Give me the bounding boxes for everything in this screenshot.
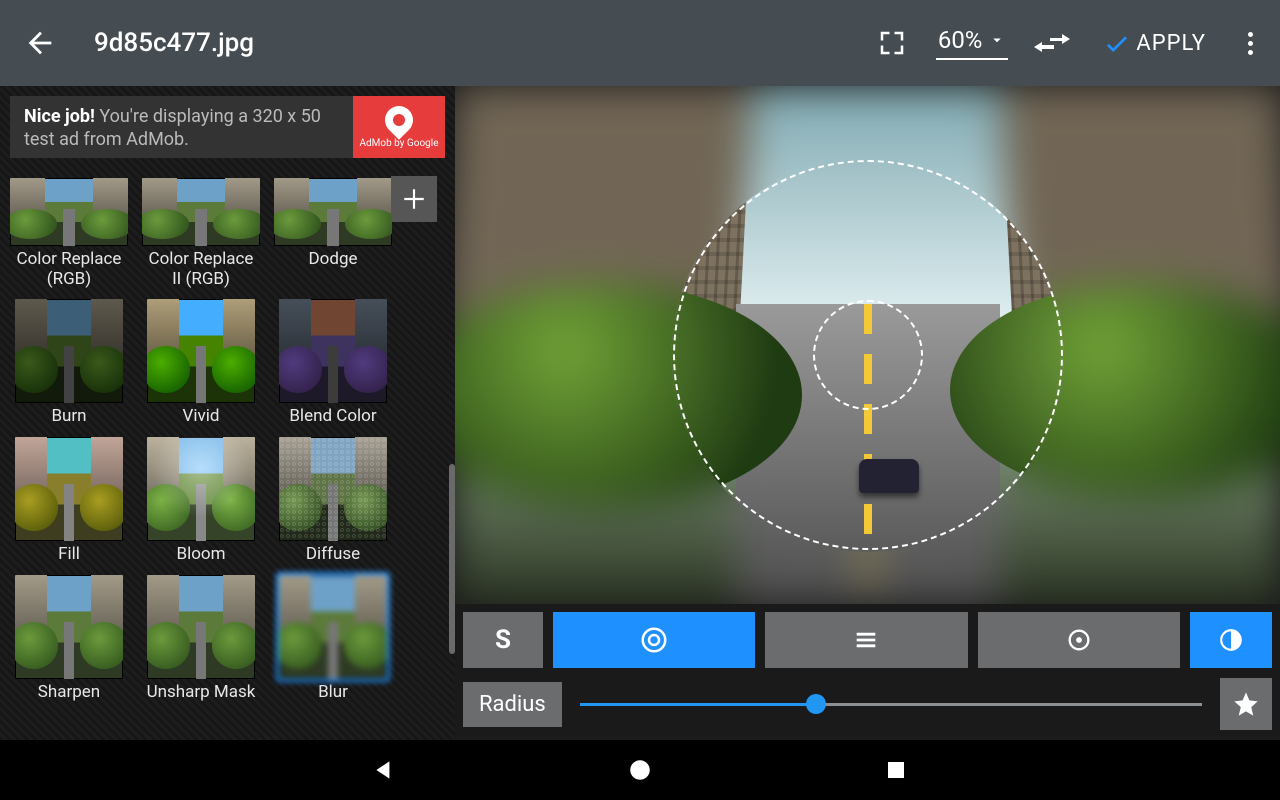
radius-slider[interactable] xyxy=(580,701,1202,707)
back-button[interactable] xyxy=(10,13,70,73)
canvas-area: S Radius xyxy=(455,86,1280,740)
dot-icon xyxy=(1248,50,1253,55)
dot-icon xyxy=(1248,32,1253,37)
effect-diffuse[interactable]: Diffuse xyxy=(274,437,392,565)
blur-mode-toolbar: S xyxy=(455,604,1280,674)
effect-thumbnail xyxy=(274,178,392,246)
app-bar: 9d85c477.jpg 60% APPLY xyxy=(0,0,1280,86)
check-icon xyxy=(1102,28,1132,58)
overflow-menu-button[interactable] xyxy=(1238,32,1262,55)
nav-recent-button[interactable] xyxy=(878,752,914,788)
effect-thumbnail xyxy=(279,575,387,679)
effect-label: Bloom xyxy=(176,545,225,565)
favorite-button[interactable] xyxy=(1220,678,1272,730)
effect-blur[interactable]: Blur xyxy=(274,575,392,703)
effect-label: Color Replace (RGB) xyxy=(10,250,128,289)
star-icon xyxy=(1232,690,1260,718)
effect-thumbnail xyxy=(142,178,260,246)
mode-contrast-button[interactable] xyxy=(1190,612,1272,668)
zoom-value: 60% xyxy=(938,26,983,54)
effect-blend-color[interactable]: Blend Color xyxy=(274,299,392,427)
effect-thumbnail xyxy=(279,437,387,541)
effect-dodge[interactable]: Dodge xyxy=(274,178,392,289)
effect-label: Sharpen xyxy=(38,683,100,703)
slider-label: Radius xyxy=(463,682,562,727)
effect-color-replace-ii-rgb-[interactable]: Color Replace II (RGB) xyxy=(142,178,260,289)
dot-icon xyxy=(1248,41,1253,46)
nav-home-button[interactable] xyxy=(622,752,658,788)
effect-label: Blend Color xyxy=(289,407,376,427)
effects-sidebar: Nice job! You're displaying a 320 x 50 t… xyxy=(0,86,455,740)
plus-icon xyxy=(401,186,427,212)
add-effect-button[interactable] xyxy=(391,176,437,222)
effect-thumbnail xyxy=(15,437,123,541)
effect-burn[interactable]: Burn xyxy=(10,299,128,427)
mode-radial-button[interactable] xyxy=(553,612,755,668)
effect-thumbnail xyxy=(147,299,255,403)
contrast-icon xyxy=(1218,627,1244,653)
effect-sharpen[interactable]: Sharpen xyxy=(10,575,128,703)
ad-text: Nice job! You're displaying a 320 x 50 t… xyxy=(10,96,353,158)
admob-icon xyxy=(379,100,419,140)
zoom-dropdown[interactable]: 60% xyxy=(936,26,1009,60)
fullscreen-button[interactable] xyxy=(866,17,918,69)
effects-grid: Color Replace (RGB) Color Replace II (RGB… xyxy=(10,164,451,703)
android-navbar xyxy=(0,740,1280,800)
effect-thumbnail xyxy=(147,575,255,679)
triangle-left-icon xyxy=(371,757,397,783)
radial-icon xyxy=(639,625,669,655)
swap-horizontal-icon xyxy=(1032,29,1072,57)
image-stage[interactable] xyxy=(455,86,1280,604)
ad-logo: AdMob by Google xyxy=(353,96,445,158)
swap-button[interactable] xyxy=(1026,17,1078,69)
mode-point-button[interactable] xyxy=(978,612,1180,668)
target-icon xyxy=(1065,626,1093,654)
effect-fill[interactable]: Fill xyxy=(10,437,128,565)
effect-label: Dodge xyxy=(309,250,358,270)
chevron-down-icon xyxy=(988,31,1006,49)
effect-label: Color Replace II (RGB) xyxy=(142,250,260,289)
effect-thumbnail xyxy=(15,575,123,679)
effect-thumbnail xyxy=(279,299,387,403)
mode-linear-button[interactable] xyxy=(765,612,967,668)
lines-icon xyxy=(852,626,880,654)
ad-banner[interactable]: Nice job! You're displaying a 320 x 50 t… xyxy=(10,96,445,158)
file-title: 9d85c477.jpg xyxy=(94,28,254,58)
effect-label: Burn xyxy=(51,407,86,427)
mode-s-button[interactable]: S xyxy=(463,612,543,668)
effect-unsharp-mask[interactable]: Unsharp Mask xyxy=(142,575,260,703)
arrow-left-icon xyxy=(23,26,57,60)
square-icon xyxy=(884,758,908,782)
circle-icon xyxy=(627,757,653,783)
effect-thumbnail xyxy=(147,437,255,541)
radius-slider-row: Radius xyxy=(455,674,1280,740)
effect-label: Unsharp Mask xyxy=(147,683,256,703)
effect-vivid[interactable]: Vivid xyxy=(142,299,260,427)
effect-thumbnail xyxy=(15,299,123,403)
apply-button[interactable]: APPLY xyxy=(1096,28,1212,58)
effect-label: Fill xyxy=(58,545,80,565)
nav-back-button[interactable] xyxy=(366,752,402,788)
effect-thumbnail xyxy=(10,178,128,246)
fullscreen-icon xyxy=(877,28,907,58)
effect-label: Blur xyxy=(318,683,348,703)
effect-color-replace-rgb-[interactable]: Color Replace (RGB) xyxy=(10,178,128,289)
effect-label: Diffuse xyxy=(306,545,360,565)
effect-bloom[interactable]: Bloom xyxy=(142,437,260,565)
effect-label: Vivid xyxy=(183,407,220,427)
